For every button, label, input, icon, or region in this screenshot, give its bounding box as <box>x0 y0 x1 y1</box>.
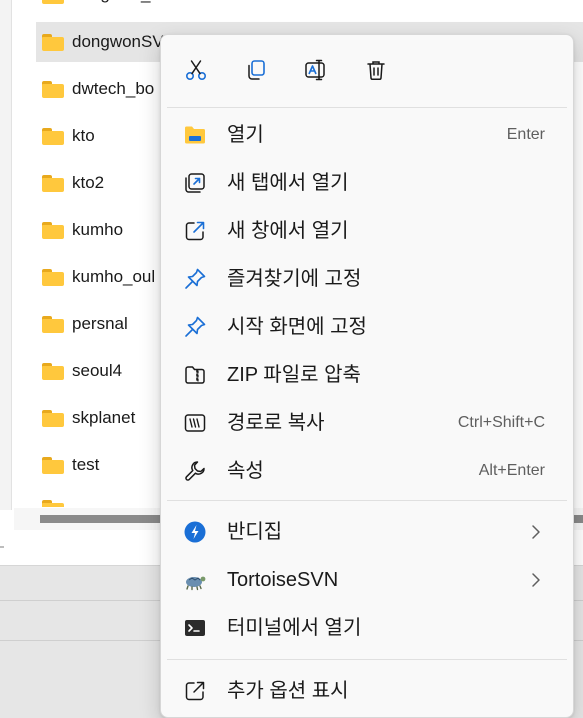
delete-icon <box>367 61 385 81</box>
menu-item-open-new-tab[interactable]: 새 탭에서 열기 <box>167 159 567 207</box>
file-name: kumho_oul <box>72 267 156 286</box>
folder-icon <box>42 127 64 145</box>
copy-button[interactable] <box>239 53 273 87</box>
folder-icon <box>42 268 64 286</box>
file-name: persnal <box>72 314 128 333</box>
copy-path-icon <box>183 411 207 435</box>
folder-icon <box>42 362 64 380</box>
pin-icon <box>183 267 207 291</box>
delete-button[interactable] <box>359 53 393 87</box>
menu-item-label: 새 탭에서 열기 <box>227 172 349 194</box>
file-name: dongwon_bbots <box>72 0 192 4</box>
menu-item-label: 터미널에서 열기 <box>227 617 362 639</box>
cut-button[interactable] <box>179 53 213 87</box>
wrench-icon <box>183 459 207 483</box>
file-name: kumho <box>72 220 124 239</box>
more-options-icon <box>183 679 207 703</box>
menu-item-open-new-window[interactable]: 새 창에서 열기 <box>167 207 567 255</box>
file-name: skplanet <box>72 408 136 427</box>
zip-icon <box>183 363 207 387</box>
cut-icon <box>185 60 207 81</box>
menu-item-pin-start[interactable]: 시작 화면에 고정 <box>167 303 567 351</box>
context-menu: 열기 Enter 새 탭에서 열기 새 창에서 열기 즐겨찾기에 고정 시작 화… <box>160 34 574 718</box>
status-divider <box>0 546 4 548</box>
quick-actions-bar <box>161 35 573 105</box>
menu-item-label: ZIP 파일로 압축 <box>227 364 361 386</box>
folder-icon <box>42 33 64 51</box>
menu-item-open[interactable]: 열기 Enter <box>167 111 567 159</box>
menu-item-bandizip[interactable]: 반디집 <box>167 508 567 556</box>
folder-icon <box>42 221 64 239</box>
menu-item-label: TortoiseSVN <box>227 569 339 591</box>
rename-icon <box>305 59 325 81</box>
menu-item-pin-quick-access[interactable]: 즐겨찾기에 고정 <box>167 255 567 303</box>
menu-item-label: 속성 <box>227 460 264 482</box>
menu-item-label: 추가 옵션 표시 <box>227 680 349 702</box>
menu-item-properties[interactable]: 속성 Alt+Enter <box>167 447 567 495</box>
menu-item-label: 시작 화면에 고정 <box>227 316 367 338</box>
folder-icon <box>42 0 64 4</box>
copy-icon <box>248 60 265 80</box>
navigation-pane-edge <box>0 0 12 510</box>
folder-icon <box>42 456 64 474</box>
folder-icon <box>42 315 64 333</box>
menu-item-shortcut: Alt+Enter <box>478 462 545 479</box>
menu-item-open-terminal[interactable]: 터미널에서 열기 <box>167 604 567 652</box>
open-folder-icon <box>183 123 207 147</box>
new-window-icon <box>183 219 207 243</box>
menu-item-label: 열기 <box>227 124 264 146</box>
menu-item-shortcut: Enter <box>506 126 545 143</box>
folder-icon <box>42 500 64 507</box>
menu-separator <box>167 500 567 501</box>
terminal-icon <box>183 616 207 640</box>
menu-separator <box>167 659 567 660</box>
new-tab-icon <box>183 171 207 195</box>
chevron-right-icon <box>529 523 543 541</box>
file-row[interactable]: dongwon_bbots <box>36 0 583 4</box>
menu-item-tortoisesvn[interactable]: TortoiseSVN <box>167 556 567 604</box>
folder-icon <box>42 174 64 192</box>
menu-item-label: 반디집 <box>227 521 283 543</box>
chevron-right-icon <box>529 571 543 589</box>
file-name: test <box>72 455 100 474</box>
folder-icon <box>42 409 64 427</box>
menu-item-shortcut: Ctrl+Shift+C <box>457 414 545 431</box>
rename-button[interactable] <box>299 53 333 87</box>
menu-item-label: 경로로 복사 <box>227 412 325 434</box>
folder-icon <box>42 80 64 98</box>
menu-item-label: 즐겨찾기에 고정 <box>227 268 362 290</box>
pin-start-icon <box>183 315 207 339</box>
menu-item-label: 새 창에서 열기 <box>227 220 349 242</box>
tortoisesvn-icon <box>183 568 207 592</box>
menu-item-copy-path[interactable]: 경로로 복사 Ctrl+Shift+C <box>167 399 567 447</box>
menu-item-compress-zip[interactable]: ZIP 파일로 압축 <box>167 351 567 399</box>
file-name: kto <box>72 126 95 145</box>
file-name: kto2 <box>72 173 105 192</box>
file-name: seoul4 <box>72 361 123 380</box>
bandizip-icon <box>183 520 207 544</box>
file-name: dwtech_bo <box>72 79 155 98</box>
menu-separator <box>167 107 567 108</box>
menu-item-show-more-options[interactable]: 추가 옵션 표시 <box>167 667 567 715</box>
